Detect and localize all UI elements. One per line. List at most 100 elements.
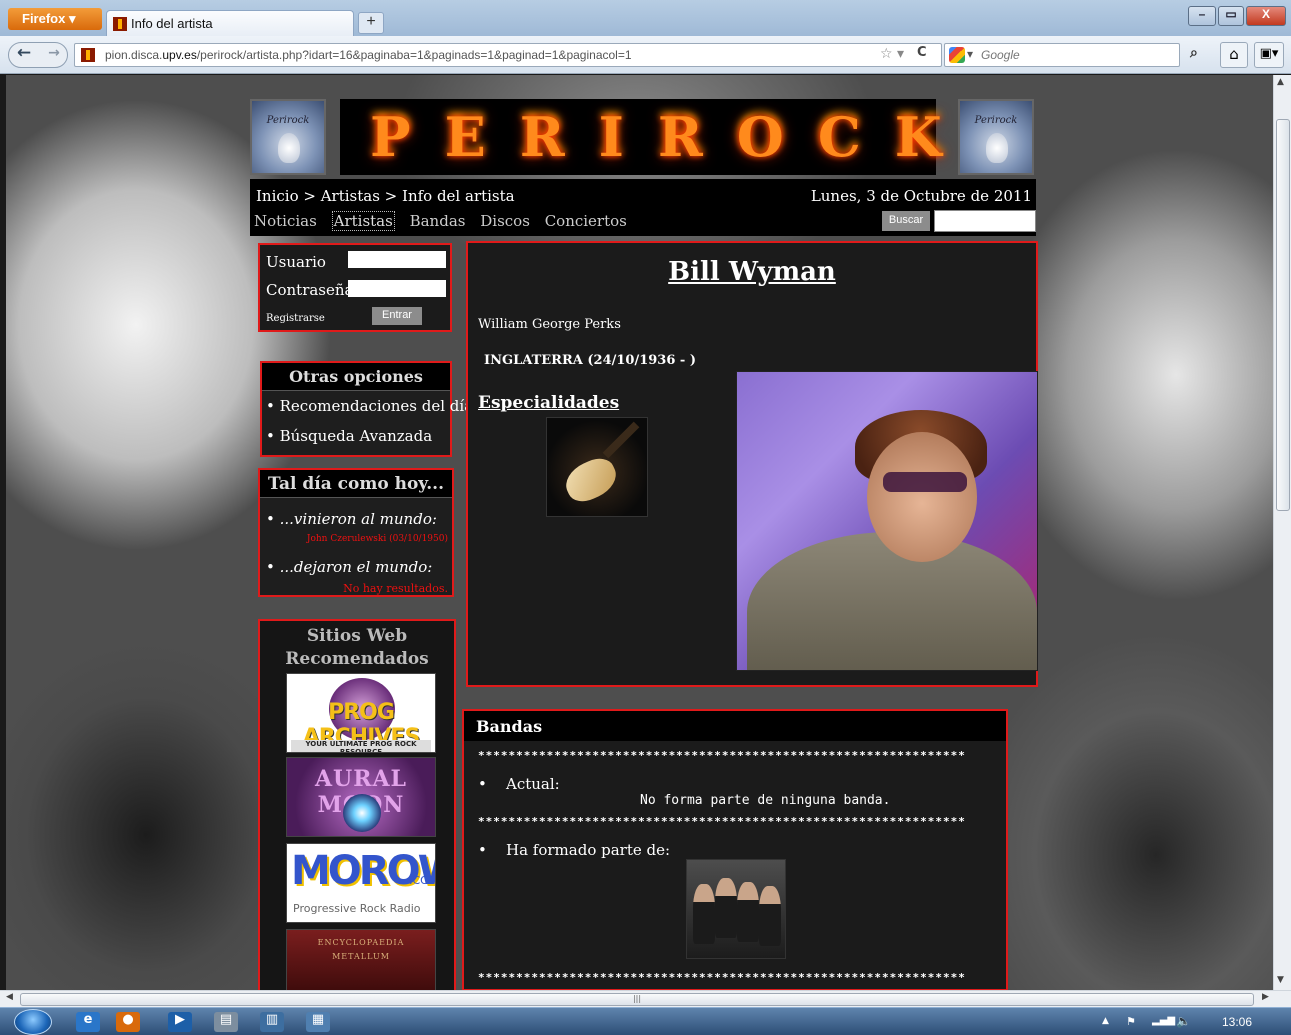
perirock-banner[interactable]: PERIROCK [340,99,942,175]
new-tab-button[interactable]: + [358,12,384,34]
morow-suffix: .COM [409,874,436,887]
google-icon [949,47,965,63]
perirock-logo-left[interactable]: Perirock [250,99,326,175]
bookmark-star-icon[interactable]: ☆ ▾ [880,46,904,62]
artist-name: Bill Wyman [668,257,836,287]
horizontal-scrollbar[interactable]: ◀ ||| ▶ [0,990,1291,1007]
browser-nav-bar: ← → pion.disca.upv.es/perirock/artista.p… [0,36,1291,74]
url-host: upv.es [162,48,197,62]
died-label: • ...dejaron el mundo: [266,558,433,576]
aural-moon-link[interactable]: AURAL MOON [286,757,436,837]
site-top-bar: Inicio > Artistas > Info del artista Lun… [250,179,1036,236]
username-label: Usuario [266,253,326,271]
windows-taskbar: e ● ▶ ▤ ▥ ▦ ▲ ⚑ ▂▄▆ 🔈 13:06 [0,1007,1291,1035]
perirock-logo-right[interactable]: Perirock [958,99,1034,175]
start-button[interactable] [14,1009,52,1035]
nav-conciertos[interactable]: Conciertos [545,212,627,230]
main-nav: Noticias Artistas Bandas Discos Conciert… [254,211,637,231]
engine-dropdown-icon[interactable]: ▾ [967,47,973,61]
link-recomendaciones[interactable]: Recomendaciones del día [266,397,474,415]
other-options-title: Otras opciones [262,363,450,391]
vertical-scrollbar[interactable]: ▲ ▼ [1273,75,1291,990]
separator: ****************************************… [478,971,966,984]
close-button[interactable]: X [1246,6,1286,26]
on-this-day-panel: Tal día como hoy... • ...vinieron al mun… [258,468,454,597]
home-icon[interactable]: ⌂ [1220,42,1248,68]
morow-link[interactable]: MOROW .COM Progressive Rock Radio [286,843,436,923]
site-favicon-icon [81,48,95,62]
morow-tag: Progressive Rock Radio [293,902,421,915]
past-bands-label-text: Ha formado parte de: [506,841,671,859]
internet-explorer-icon[interactable]: e [76,1012,100,1032]
current-band-label: • Actual: [478,775,560,793]
current-date: Lunes, 3 de Octubre de 2011 [810,187,1032,205]
tray-expand-icon[interactable]: ▲ [1102,1016,1109,1026]
app-window-icon-2[interactable]: ▦ [306,1012,330,1032]
firefox-menu-button[interactable]: Firefox ▾ [8,8,102,30]
password-input[interactable] [348,280,446,297]
firefox-icon[interactable]: ● [116,1012,140,1032]
forward-arrow-icon[interactable]: → [41,43,67,67]
scroll-right-arrow-icon[interactable]: ▶ [1262,992,1269,1002]
morow-text: MOROW [291,848,435,894]
url-path: /perirock/artista.php?idart=16&paginaba=… [196,48,632,62]
metallum-link[interactable]: ENCYCLOPAEDIA METALLUM [286,929,436,990]
login-button[interactable]: Entrar [372,307,422,325]
metallum-text: ENCYCLOPAEDIA METALLUM [317,938,405,961]
minimize-button[interactable]: – [1188,6,1216,26]
breadcrumb[interactable]: Inicio > Artistas > Info del artista [256,187,515,205]
maximize-button[interactable]: ▭ [1218,6,1244,26]
register-link[interactable]: Registrarse [266,313,325,324]
action-center-flag-icon[interactable]: ⚑ [1126,1015,1136,1028]
nav-bandas[interactable]: Bandas [410,212,466,230]
username-input[interactable] [348,251,446,268]
recommended-sites-title: Sitios Web Recomendados [285,626,429,669]
system-clock[interactable]: 13:06 [1222,1015,1252,1029]
reload-icon[interactable]: C [917,45,927,60]
prog-archives-tag: YOUR ULTIMATE PROG ROCK RESOURCE [291,740,431,752]
bands-panel: Bandas *********************************… [462,709,1008,990]
search-placeholder: Google [981,48,1020,62]
back-forward-group: ← → [8,42,68,68]
bass-guitar-icon[interactable] [546,417,648,517]
on-this-day-title: Tal día como hoy... [260,470,452,498]
site-search-input[interactable] [934,210,1036,232]
scroll-up-arrow-icon[interactable]: ▲ [1277,77,1284,87]
url-bar[interactable]: pion.disca.upv.es/perirock/artista.php?i… [74,43,942,67]
search-magnifier-icon[interactable]: ⌕ [1190,45,1198,61]
bookmarks-menu-icon[interactable]: ▣▾ [1254,42,1284,68]
logo-left-text: Perirock [266,115,310,126]
bands-title: Bandas [464,711,1006,741]
prog-archives-link[interactable]: PROG ARCHIVES YOUR ULTIMATE PROG ROCK RE… [286,673,436,753]
volume-icon[interactable]: 🔈 [1176,1014,1191,1028]
nav-noticias[interactable]: Noticias [254,212,317,230]
firefox-menu-label: Firefox [22,11,66,26]
nav-discos[interactable]: Discos [480,212,530,230]
artist-photo [736,371,1038,671]
nav-artistas[interactable]: Artistas [331,211,395,231]
born-artist-link[interactable]: John Czerulewski (03/10/1950) [307,534,448,544]
other-options-panel: Otras opciones Recomendaciones del día B… [260,361,474,457]
horizontal-scroll-thumb[interactable]: ||| [20,993,1254,1006]
network-icon[interactable]: ▂▄▆ [1152,1015,1175,1026]
scroll-down-arrow-icon[interactable]: ▼ [1277,975,1284,985]
scroll-left-arrow-icon[interactable]: ◀ [6,992,13,1002]
vertical-scroll-thumb[interactable] [1276,119,1290,511]
explorer-icon[interactable]: ▤ [214,1012,238,1032]
current-band-label-text: Actual: [506,775,560,793]
rolling-stones-band-photo[interactable] [686,859,786,959]
app-window-icon[interactable]: ▥ [260,1012,284,1032]
web-search-input[interactable]: ▾ Google [944,43,1180,67]
died-label-text: ...dejaron el mundo: [279,558,433,576]
url-prefix: pion.disca. [105,48,163,62]
link-busqueda-avanzada[interactable]: Búsqueda Avanzada [266,427,450,445]
separator: ****************************************… [478,815,966,828]
tab-info-artista[interactable]: Info del artista [106,10,354,36]
page-viewport: Perirock PERIROCK Perirock Inicio > Arti… [6,75,1273,990]
past-bands-label: • Ha formado parte de: [478,841,671,859]
back-arrow-icon[interactable]: ← [9,43,39,67]
current-band-value: No forma parte de ninguna banda. [640,793,891,808]
media-player-icon[interactable]: ▶ [168,1012,192,1032]
specialties-title: Especialidades [478,393,620,413]
search-button[interactable]: Buscar [882,211,930,231]
